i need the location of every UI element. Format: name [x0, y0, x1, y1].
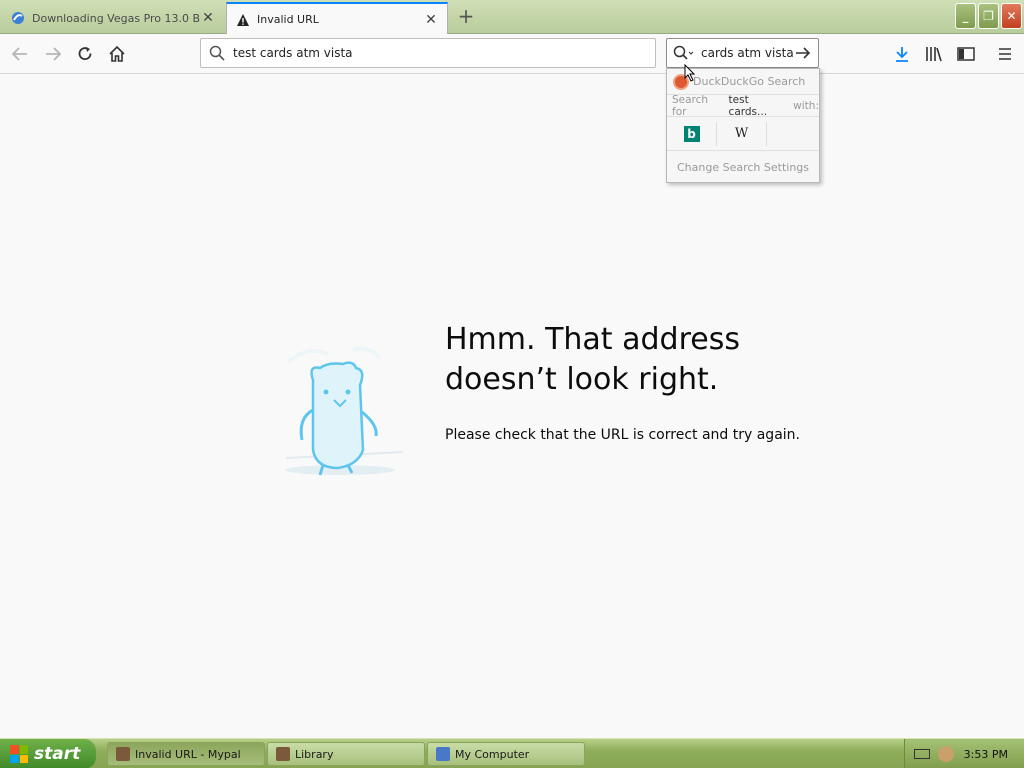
mypal-icon — [116, 747, 130, 761]
forward-button[interactable] — [40, 41, 66, 67]
search-term: test cards... — [728, 93, 768, 118]
taskbar-item-my-computer[interactable]: My Computer — [427, 742, 585, 766]
restore-button[interactable]: ❐ — [978, 3, 999, 29]
engine-wikipedia-button[interactable]: W — [717, 121, 767, 146]
tab-invalid-url[interactable]: Invalid URL ✕ — [226, 2, 448, 35]
clock: 3:53 PM — [963, 747, 1008, 761]
library-app-icon — [276, 747, 290, 761]
error-description: Please check that the URL is correct and… — [445, 427, 800, 443]
home-icon — [109, 45, 125, 62]
taskbar-item-mypal[interactable]: Invalid URL - Mypal — [107, 742, 265, 766]
downloads-button[interactable] — [890, 42, 914, 66]
tab-strip: Downloading Vegas Pro 13.0 Build ✕ Inval… — [0, 0, 1024, 35]
system-tray: 3:53 PM — [904, 739, 1024, 768]
taskbar-item-label: Library — [295, 747, 334, 761]
sidebar-icon — [957, 47, 975, 61]
tab-close-icon[interactable]: ✕ — [200, 10, 216, 26]
taskbar-item-label: My Computer — [455, 747, 530, 761]
my-computer-icon — [436, 747, 450, 761]
change-search-settings-button[interactable]: Change Search Settings — [667, 151, 819, 183]
engine-bing-button[interactable]: b — [667, 121, 717, 146]
browser-app-icon — [10, 10, 26, 26]
search-for-row: Search for test cards... with: — [667, 93, 819, 118]
sidebar-button[interactable] — [954, 42, 978, 66]
library-icon — [926, 47, 942, 62]
reload-button[interactable] — [72, 41, 98, 67]
taskbar-item-label: Invalid URL - Mypal — [135, 747, 241, 761]
home-button[interactable] — [104, 41, 130, 67]
show-hidden-icons-button[interactable] — [937, 746, 954, 762]
start-button[interactable]: start — [0, 739, 96, 768]
warning-icon — [235, 12, 251, 28]
url-bar[interactable] — [200, 38, 656, 68]
hamburger-menu-icon — [999, 48, 1011, 60]
tab-downloading-vegas[interactable]: Downloading Vegas Pro 13.0 Build ✕ — [2, 2, 224, 34]
reload-icon — [78, 47, 92, 60]
mouse-cursor-icon — [684, 64, 696, 82]
tab-close-icon[interactable]: ✕ — [423, 12, 439, 28]
search-engine-name: DuckDuckGo Search — [693, 75, 806, 88]
minimize-button[interactable]: _ — [955, 3, 976, 29]
error-title: Hmm. That address doesn’t look right. — [445, 322, 740, 397]
close-window-button[interactable]: ✕ — [1001, 3, 1022, 29]
taskbar: start Invalid URL - Mypal Library My Com… — [0, 738, 1024, 768]
search-icon — [209, 45, 225, 61]
menu-button[interactable] — [993, 42, 1017, 66]
library-button[interactable] — [922, 42, 946, 66]
search-for-suffix: with: — [793, 99, 819, 112]
search-popup: DuckDuckGo Search Search for test cards.… — [666, 68, 820, 183]
tab-title: Invalid URL — [257, 13, 319, 26]
go-arrow-icon — [796, 47, 811, 59]
bing-icon: b — [683, 125, 700, 142]
search-input[interactable] — [701, 46, 795, 60]
search-for-prefix: Search for — [672, 93, 709, 118]
nav-toolbar — [0, 34, 1024, 74]
keyboard-icon[interactable] — [913, 749, 930, 759]
search-engine-list: b W — [667, 117, 819, 151]
search-engine-icon — [673, 45, 694, 60]
wikipedia-icon: W — [734, 126, 749, 141]
back-button[interactable] — [7, 41, 33, 67]
tab-title: Downloading Vegas Pro 13.0 Build — [32, 11, 200, 25]
url-input[interactable] — [233, 46, 633, 60]
forward-arrow-icon — [46, 47, 62, 61]
back-arrow-icon — [11, 47, 27, 61]
windows-logo-icon — [10, 745, 28, 763]
new-tab-button[interactable]: + — [455, 6, 477, 28]
start-label: start — [34, 744, 81, 764]
download-icon — [896, 47, 908, 62]
error-illustration — [268, 340, 413, 485]
taskbar-item-library[interactable]: Library — [267, 742, 425, 766]
